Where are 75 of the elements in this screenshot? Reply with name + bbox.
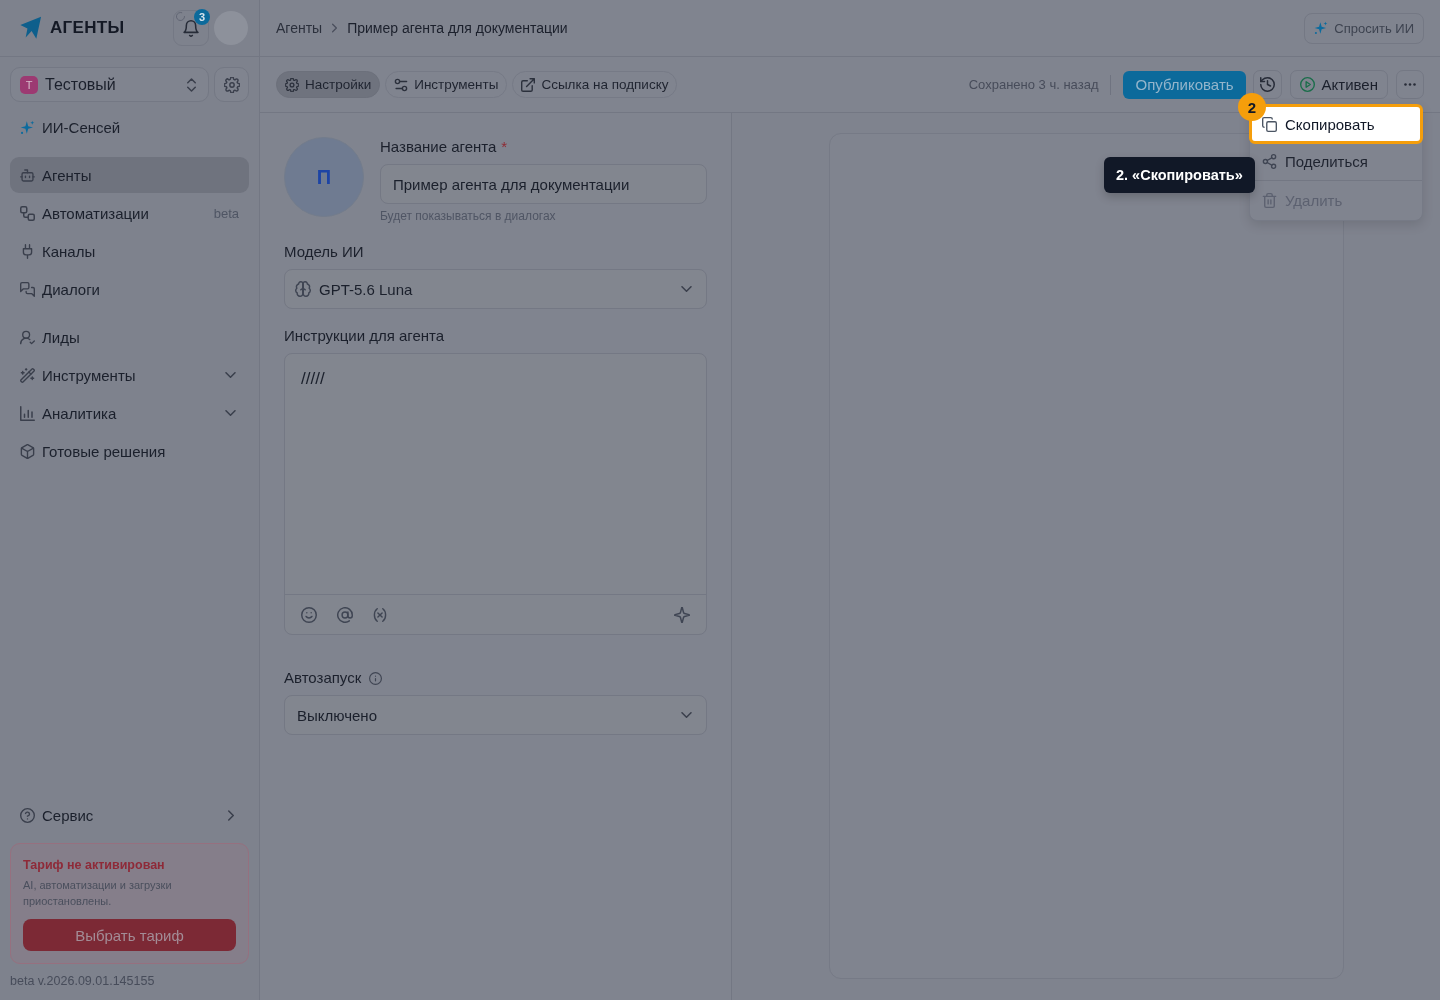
workspace-initial: Т bbox=[20, 75, 38, 94]
loading-spinner-icon bbox=[176, 12, 185, 21]
magic-wand-icon bbox=[20, 367, 35, 383]
at-sign-icon[interactable] bbox=[337, 606, 353, 623]
service-item[interactable]: Сервис bbox=[10, 797, 249, 833]
smile-icon[interactable] bbox=[301, 606, 317, 623]
logo-icon bbox=[18, 15, 44, 41]
chevron-right-icon bbox=[332, 23, 338, 33]
status-button[interactable]: Активен bbox=[1289, 70, 1388, 99]
settings-icon bbox=[223, 76, 240, 93]
name-input[interactable]: Пример агента для документации bbox=[380, 164, 707, 204]
history-button[interactable] bbox=[1252, 70, 1282, 99]
nav-item[interactable]: Агенты bbox=[10, 157, 249, 193]
more-button[interactable] bbox=[1396, 70, 1424, 99]
cube-icon bbox=[20, 443, 35, 459]
settings-icon bbox=[285, 77, 299, 92]
external-link-icon bbox=[521, 77, 536, 92]
sliders-icon bbox=[394, 77, 409, 92]
nav-item[interactable]: Лиды bbox=[10, 319, 249, 355]
trash-icon bbox=[1262, 192, 1277, 208]
chevron-down-icon bbox=[681, 286, 692, 292]
more-icon bbox=[1404, 83, 1416, 86]
assistant-link[interactable]: ИИ-Сенсей bbox=[10, 109, 249, 145]
chevron-right-icon bbox=[228, 809, 234, 821]
plug-icon bbox=[20, 243, 35, 259]
sparkle-icon bbox=[20, 119, 35, 135]
plan-notice-title: Тариф не активирован bbox=[23, 857, 166, 873]
nav-item[interactable]: Диалоги bbox=[10, 271, 249, 307]
tab[interactable]: Настройки bbox=[276, 71, 381, 98]
field-label: Автозапуск bbox=[284, 669, 362, 687]
nav-item[interactable]: Аналитика bbox=[10, 395, 249, 431]
chat-bubbles-icon bbox=[20, 281, 35, 297]
logo-wordmark: АГЕНТЫ bbox=[50, 18, 125, 38]
notification-count: 3 bbox=[194, 9, 210, 25]
nav-item[interactable]: Готовые решения bbox=[10, 433, 249, 469]
field-label: Название агента bbox=[380, 138, 497, 156]
field-label: Инструкции для агента bbox=[284, 327, 446, 345]
robot-icon bbox=[20, 167, 35, 183]
autostart-select[interactable]: Выключено bbox=[284, 695, 707, 735]
model-select[interactable]: GPT-5.6 Luna bbox=[284, 269, 707, 309]
field-label: Модель ИИ bbox=[284, 243, 365, 261]
copy-icon bbox=[1262, 116, 1277, 132]
variable-icon[interactable] bbox=[373, 607, 387, 622]
sparkle-icon[interactable] bbox=[674, 606, 690, 623]
share-icon bbox=[1262, 153, 1277, 169]
choose-plan-button[interactable]: Выбрать тариф bbox=[23, 919, 236, 951]
publish-button[interactable]: Опубликовать bbox=[1123, 70, 1246, 99]
nav-item[interactable]: Каналы bbox=[10, 233, 249, 269]
breadcrumb-current: Пример агента для документации bbox=[347, 20, 568, 36]
tab[interactable]: Инструменты bbox=[385, 71, 508, 98]
chevron-down-icon bbox=[681, 712, 692, 718]
required-mark: * bbox=[501, 138, 508, 156]
user-check-icon bbox=[20, 329, 35, 345]
chevrons-up-down-icon bbox=[187, 77, 196, 92]
bar-chart-icon bbox=[20, 405, 35, 421]
info-icon[interactable] bbox=[369, 671, 383, 685]
settings-button[interactable] bbox=[214, 67, 249, 102]
bell-icon bbox=[183, 19, 199, 37]
version-text: beta v.2026.09.01.145155 bbox=[10, 973, 156, 989]
help-icon bbox=[20, 807, 35, 823]
ask-ai-button[interactable]: Спросить ИИ bbox=[1304, 12, 1424, 44]
workspace-switcher[interactable]: Т Тестовый bbox=[10, 67, 209, 102]
tab[interactable]: Ссылка на подписку bbox=[512, 71, 678, 98]
history-icon bbox=[1259, 77, 1275, 92]
instructions-field[interactable]: ///// bbox=[285, 354, 706, 594]
play-circle-icon bbox=[1299, 77, 1315, 92]
plan-notice-text: AI, автоматизации и загрузки приостановлены. bbox=[23, 878, 173, 909]
nodes-icon bbox=[20, 205, 35, 221]
brain-icon bbox=[295, 281, 311, 297]
save-status-text: Сохранено 3 ч. назад bbox=[968, 77, 1099, 92]
notifications-button[interactable]: 3 bbox=[173, 10, 209, 46]
sparkle-icon bbox=[1314, 21, 1329, 35]
nav-item[interactable]: Инструменты bbox=[10, 357, 249, 393]
breadcrumb-link[interactable]: Агенты bbox=[276, 20, 323, 36]
tour-tooltip: 2. «Скопировать» bbox=[1104, 157, 1255, 193]
